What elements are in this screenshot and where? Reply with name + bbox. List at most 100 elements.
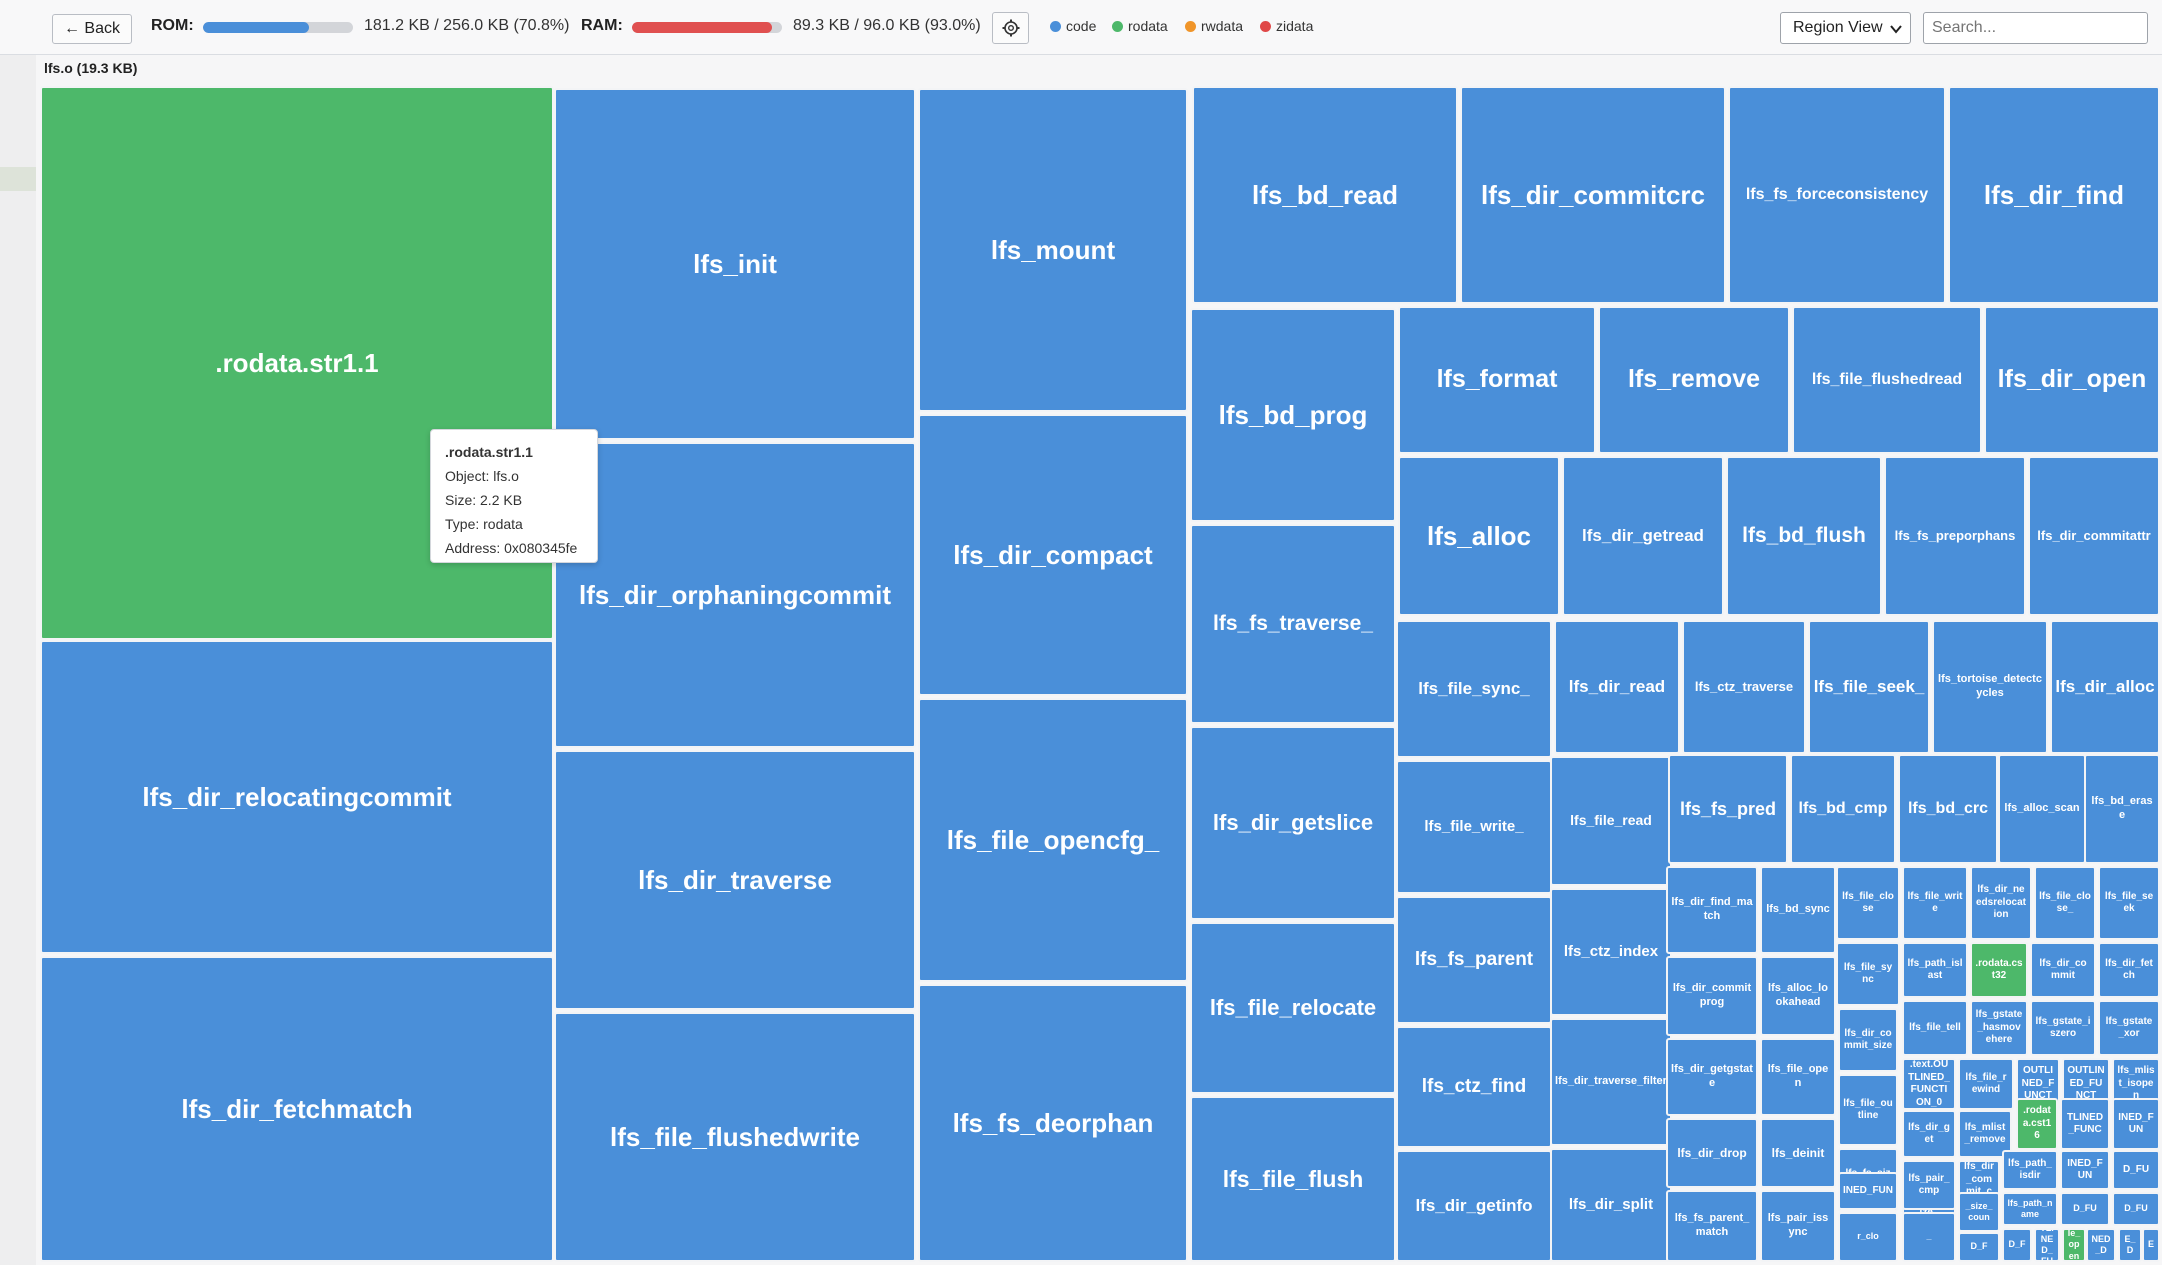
treemap-cell[interactable]: lfs_file_sync bbox=[1836, 942, 1900, 1006]
treemap-cell[interactable]: lfs_file_flush bbox=[1190, 1096, 1396, 1262]
treemap-cell[interactable]: lfs_format bbox=[1398, 306, 1596, 454]
back-button[interactable]: ← Back bbox=[52, 14, 132, 44]
treemap-cell[interactable]: lfs_bd_sync bbox=[1760, 866, 1836, 954]
treemap-cell[interactable]: lfs_file_flushedread bbox=[1792, 306, 1982, 454]
treemap-cell[interactable]: lfs_dir_alloc bbox=[2050, 620, 2160, 754]
treemap-cell[interactable]: lfs_gstate_hasmovehere bbox=[1970, 1000, 2028, 1056]
treemap-cell[interactable]: _ bbox=[1902, 1212, 1956, 1262]
treemap-cell[interactable]: lfs_path_name bbox=[2002, 1192, 2058, 1226]
treemap-cell[interactable]: lfs_fs_deorphan bbox=[918, 984, 1188, 1262]
treemap-cell[interactable]: lfs_dir_getslice bbox=[1190, 726, 1396, 920]
treemap-cell[interactable]: lfs_file_tell bbox=[1902, 1000, 1968, 1056]
treemap-cell[interactable]: lfs_fs_preporphans bbox=[1884, 456, 2026, 616]
treemap-cell[interactable]: _size_coun bbox=[1958, 1192, 2000, 1232]
treemap-cell[interactable]: lfs_dir_commitattr bbox=[2028, 456, 2160, 616]
treemap-cell[interactable]: lfs_file_close bbox=[1836, 866, 1900, 940]
treemap-cell[interactable]: D_FU bbox=[2060, 1192, 2110, 1226]
treemap-cell[interactable]: lfs_file_rewind bbox=[1958, 1058, 2014, 1110]
treemap-cell[interactable]: lfs_remove bbox=[1598, 306, 1790, 454]
treemap-cell[interactable]: lfs_alloc bbox=[1398, 456, 1560, 616]
treemap-cell[interactable]: lfs_init bbox=[554, 88, 916, 440]
treemap-cell[interactable]: lfs_file_seek_ bbox=[1808, 620, 1930, 754]
treemap-cell[interactable]: lfs_file_seek bbox=[2098, 866, 2160, 940]
treemap-cell[interactable]: lfs_dir_getgstate bbox=[1666, 1038, 1758, 1116]
treemap-cell[interactable]: lfs_fs_pred bbox=[1668, 754, 1788, 864]
treemap-cell[interactable]: lfs_file_opencfg_ bbox=[918, 698, 1188, 982]
treemap-cell[interactable]: NED_D bbox=[2086, 1228, 2116, 1262]
treemap-cell[interactable]: lfs_dir_commitcrc bbox=[1460, 86, 1726, 304]
treemap-cell[interactable]: lfs_bd_flush bbox=[1726, 456, 1882, 616]
settings-button[interactable] bbox=[992, 12, 1029, 44]
treemap-cell[interactable]: lfs_dir_needsrelocation bbox=[1970, 866, 2032, 940]
treemap-cell[interactable]: lfs_dir_orphaningcommit bbox=[554, 442, 916, 748]
treemap-cell[interactable]: lfs_gstate_iszero bbox=[2030, 1000, 2096, 1056]
treemap-cell[interactable]: lfs_bd_read bbox=[1192, 86, 1458, 304]
treemap-cell[interactable]: lfs_dir_traverse bbox=[554, 750, 916, 1010]
treemap-cell[interactable]: lfs_dir_split bbox=[1550, 1148, 1672, 1262]
search-input[interactable] bbox=[1923, 12, 2148, 44]
treemap-cell[interactable]: lfs_file_outline bbox=[1838, 1074, 1898, 1146]
treemap-cell[interactable]: lfs_pair_cmp bbox=[1902, 1160, 1956, 1210]
treemap-cell[interactable]: .text.OUTLINED_FUNCTION_0 bbox=[1902, 1058, 1956, 1110]
treemap-cell[interactable]: lfs_pair_issync bbox=[1760, 1190, 1836, 1262]
treemap-cell[interactable]: .rodata.cst16 bbox=[2016, 1098, 2058, 1150]
treemap-cell[interactable]: E_D bbox=[2118, 1228, 2142, 1262]
treemap-cell[interactable]: lfs_file_flushedwrite bbox=[554, 1012, 916, 1262]
treemap-cell[interactable]: lfs_dir_commit bbox=[2030, 942, 2096, 998]
treemap-cell[interactable]: lfs_ctz_traverse bbox=[1682, 620, 1806, 754]
treemap-cell[interactable]: lfs_dir_getread bbox=[1562, 456, 1724, 616]
treemap-cell[interactable]: lfs_dir_commit_size bbox=[1838, 1008, 1898, 1072]
treemap-cell[interactable]: lfs_bd_cmp bbox=[1790, 754, 1896, 864]
treemap-cell[interactable]: lfs_deinit bbox=[1760, 1118, 1836, 1188]
treemap-cell[interactable]: lfs_bd_erase bbox=[2084, 754, 2160, 864]
treemap-cell[interactable]: lfs_bd_crc bbox=[1898, 754, 1998, 864]
treemap-cell[interactable]: lfs_file_write_ bbox=[1396, 760, 1552, 894]
treemap-cell[interactable]: lfs_file_sync_ bbox=[1396, 620, 1552, 758]
treemap-cell[interactable]: D_F bbox=[1958, 1232, 2000, 1262]
treemap-cell[interactable]: D_F bbox=[2002, 1228, 2032, 1262]
treemap-cell[interactable]: lfs_alloc_lookahead bbox=[1760, 956, 1836, 1036]
treemap-cell[interactable]: E bbox=[2142, 1228, 2160, 1262]
treemap-cell[interactable]: lfs_dir_compact bbox=[918, 414, 1188, 696]
treemap-cell[interactable]: lfs_dir_commitprog bbox=[1666, 956, 1758, 1036]
treemap-cell[interactable]: lfs_dir_traverse_filter bbox=[1550, 1018, 1672, 1146]
treemap-cell[interactable]: lfs_mount bbox=[918, 88, 1188, 412]
treemap-cell[interactable]: lfs_dir_relocatingcommit bbox=[40, 640, 554, 954]
treemap-cell[interactable]: le_open bbox=[2062, 1228, 2086, 1262]
treemap-cell[interactable]: lfs_dir_fetchmatch bbox=[40, 956, 554, 1262]
treemap-cell[interactable]: lfs_file_close_ bbox=[2034, 866, 2096, 940]
treemap-cell[interactable]: lfs_fs_parent_match bbox=[1666, 1190, 1758, 1262]
treemap-cell[interactable]: lfs_dir_get bbox=[1902, 1110, 1956, 1158]
treemap-cell[interactable]: lfs_fs_forceconsistency bbox=[1728, 86, 1946, 304]
treemap-cell[interactable]: lfs_dir_read bbox=[1554, 620, 1680, 754]
treemap-cell[interactable]: D_FU bbox=[2112, 1192, 2160, 1226]
treemap-cell[interactable]: lfs_tortoise_detectcycles bbox=[1932, 620, 2048, 754]
treemap-cell[interactable]: lfs_ctz_index bbox=[1550, 888, 1672, 1016]
treemap-cell[interactable]: lfs_fs_traverse_ bbox=[1190, 524, 1396, 724]
treemap-cell[interactable]: INED_FUN bbox=[1838, 1172, 1898, 1210]
treemap-cell[interactable]: lfs_ctz_find bbox=[1396, 1026, 1552, 1148]
treemap-cell[interactable]: r_clo bbox=[1838, 1212, 1898, 1262]
treemap-cell[interactable]: INED_FUN bbox=[2060, 1150, 2110, 1190]
treemap-cell[interactable]: lfs_dir_fetch bbox=[2098, 942, 2160, 998]
treemap-cell[interactable]: OUTLINED_FUNC bbox=[2034, 1228, 2060, 1262]
treemap-cell[interactable]: lfs_path_isdir bbox=[2002, 1150, 2058, 1190]
treemap-cell[interactable]: lfs_fs_parent bbox=[1396, 896, 1552, 1024]
treemap-cell[interactable]: lfs_file_write bbox=[1902, 866, 1968, 940]
treemap-cell[interactable]: lfs_dir_drop bbox=[1666, 1118, 1758, 1188]
treemap-cell[interactable]: D_FU bbox=[2112, 1150, 2160, 1190]
treemap-cell[interactable]: TLINED_FUNC bbox=[2060, 1098, 2110, 1150]
treemap-cell[interactable]: lfs_path_islast bbox=[1902, 942, 1968, 998]
treemap-cell[interactable]: lfs_file_read bbox=[1550, 756, 1672, 886]
treemap-cell[interactable]: lfs_dir_getinfo bbox=[1396, 1150, 1552, 1262]
treemap-cell[interactable]: lfs_alloc_scan bbox=[1998, 754, 2086, 864]
treemap-cell[interactable]: lfs_dir_open bbox=[1984, 306, 2160, 454]
treemap-cell[interactable]: lfs_dir_find_match bbox=[1666, 866, 1758, 954]
treemap-cell[interactable]: .rodata.cst32 bbox=[1970, 942, 2028, 998]
treemap-cell[interactable]: lfs_dir_find bbox=[1948, 86, 2160, 304]
treemap-cell[interactable]: INED_FUN bbox=[2112, 1098, 2160, 1150]
treemap-cell[interactable]: lfs_file_relocate bbox=[1190, 922, 1396, 1094]
treemap-cell[interactable]: lfs_file_open bbox=[1760, 1038, 1836, 1116]
view-select[interactable]: Region View bbox=[1780, 12, 1911, 44]
treemap-cell[interactable]: lfs_bd_prog bbox=[1190, 308, 1396, 522]
